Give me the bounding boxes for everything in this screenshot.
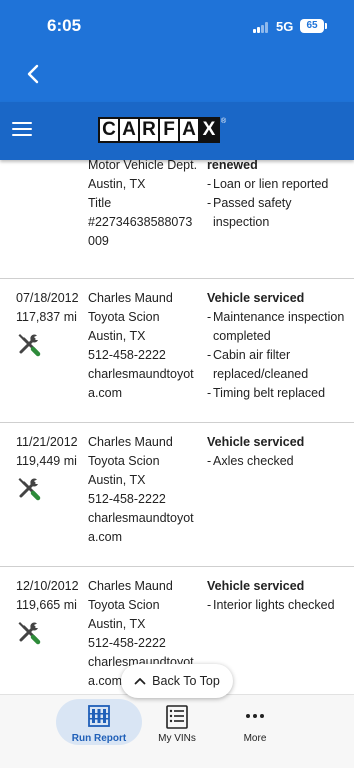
record-source-line: a.com xyxy=(88,386,123,400)
record-date-column: 12/10/2012 119,665 mi xyxy=(16,577,88,645)
record-source-line: Motor Vehicle Dept. xyxy=(88,160,198,172)
chevron-up-icon xyxy=(134,678,146,685)
logo-letter: X xyxy=(198,117,220,143)
more-icon xyxy=(246,714,264,718)
record-source-line: 512-458-2222 xyxy=(88,636,166,650)
record-detail-item: - Axles checked xyxy=(207,454,294,468)
tab-more-label: More xyxy=(243,733,267,744)
tab-my-vins-label: My VINs xyxy=(158,733,196,744)
signal-icon xyxy=(253,22,269,33)
record-detail-item: - Timing belt replaced xyxy=(207,386,326,400)
hamburger-menu-icon[interactable] xyxy=(12,122,32,138)
nav-bar xyxy=(0,50,354,102)
record-details-column: Vehicle serviced - Axles checked xyxy=(207,433,347,471)
record-headline: Vehicle serviced xyxy=(207,579,305,593)
record-details-column: Registration issued or renewed -Loan or l… xyxy=(207,160,347,232)
brand-bar: C A R F A X ® xyxy=(0,102,354,160)
record-source-line: 009 xyxy=(88,234,109,248)
back-to-top-label: Back To Top xyxy=(152,674,220,688)
record-source-column: TexasMotor Vehicle Dept.Austin, TXTitle#… xyxy=(88,160,204,251)
tab-run-report-label: Run Report xyxy=(71,733,127,744)
service-tools-icon xyxy=(18,478,41,501)
record-source-column: Charles Maund Toyota Scion Austin, TX 512-4… xyxy=(88,433,204,547)
network-label: 5G xyxy=(276,19,294,34)
back-chevron-icon[interactable] xyxy=(22,62,46,86)
service-tools-icon xyxy=(18,334,41,357)
carfax-logo: C A R F A X ® xyxy=(98,117,227,143)
logo-letter: C xyxy=(98,117,120,143)
record-source-line: charlesmaundtoyot xyxy=(88,511,194,525)
logo-letter: A xyxy=(118,117,140,143)
record-headline: Vehicle serviced xyxy=(207,435,305,449)
registered-mark: ® xyxy=(221,117,227,125)
record-source-line: 512-458-2222 xyxy=(88,492,166,506)
record-details-column: Vehicle serviced - Maintenance inspection … xyxy=(207,289,347,403)
record-source-line: charlesmaundtoyot xyxy=(88,367,194,381)
tab-my-vins[interactable]: My VINs xyxy=(134,699,220,745)
record-source-line: a.com xyxy=(88,530,123,544)
record-source-line: Charles Maund xyxy=(88,435,173,449)
record-headline: Vehicle serviced xyxy=(207,291,305,305)
record-date: 12/10/2012 xyxy=(16,579,79,593)
tab-more[interactable]: More xyxy=(212,699,298,745)
record-detail-item: - Passed safety inspection xyxy=(207,196,292,229)
history-record: 03/01/2012TexasMotor Vehicle Dept.Austin… xyxy=(0,160,354,279)
record-source-line: Charles Maund xyxy=(88,579,173,593)
record-mileage: 117,837 mi xyxy=(16,310,77,324)
record-source-line: Austin, TX xyxy=(88,177,146,191)
record-source-line: 512-458-2222 xyxy=(88,348,166,362)
tab-run-report[interactable]: Run Report xyxy=(56,699,142,745)
logo-letter: A xyxy=(178,117,200,143)
record-source-column: Charles Maund Toyota Scion Austin, TX 512-4… xyxy=(88,289,204,403)
record-details-column: Vehicle serviced - Interior lights checked xyxy=(207,577,347,615)
logo-letter: R xyxy=(138,117,160,143)
list-icon xyxy=(166,705,188,729)
record-source-line: Charles Maund xyxy=(88,291,173,305)
record-detail-item: - Loan or lien reported xyxy=(207,177,329,191)
record-source-line: Toyota Scion xyxy=(88,598,160,612)
record-headline: Registration issued or renewed xyxy=(207,160,258,172)
record-source-line: Title xyxy=(88,196,112,210)
record-source-line: Austin, TX xyxy=(88,329,146,343)
history-record: 07/18/2012 117,837 mi Charles Maund Toyota … xyxy=(0,279,354,423)
record-detail-item: - Interior lights checked xyxy=(207,598,335,612)
record-date-column: 07/18/2012 117,837 mi xyxy=(16,289,88,357)
service-tools-icon xyxy=(18,622,41,645)
record-mileage: 119,449 mi xyxy=(16,454,77,468)
history-list[interactable]: 03/01/2012TexasMotor Vehicle Dept.Austin… xyxy=(0,160,354,694)
record-date-column: 11/21/2012 119,449 mi xyxy=(16,433,88,501)
status-bar: 6:05 5G 65 xyxy=(0,0,354,50)
record-date: 07/18/2012 xyxy=(16,291,79,305)
record-detail-item: - Cabin air filter replaced/cleaned xyxy=(207,348,309,381)
logo-letter: F xyxy=(158,117,180,143)
history-record: 11/21/2012 119,449 mi Charles Maund Toyota … xyxy=(0,423,354,567)
battery-level: 65 xyxy=(306,20,318,31)
record-mileage: 119,665 mi xyxy=(16,598,77,612)
record-date: 11/21/2012 xyxy=(16,435,78,449)
record-detail-item: - Maintenance inspection completed xyxy=(207,310,345,343)
tab-bar: Run Report My VINs More xyxy=(0,694,354,768)
record-source-line: Austin, TX xyxy=(88,473,146,487)
status-time: 6:05 xyxy=(47,16,82,35)
back-to-top-button[interactable]: Back To Top xyxy=(121,664,233,698)
record-source-line: Austin, TX xyxy=(88,617,146,631)
record-source-line: Toyota Scion xyxy=(88,454,160,468)
record-source-line: #22734638588073 xyxy=(88,215,193,229)
building-icon xyxy=(88,705,110,727)
record-source-line: Toyota Scion xyxy=(88,310,160,324)
battery-icon: 65 xyxy=(300,19,327,33)
